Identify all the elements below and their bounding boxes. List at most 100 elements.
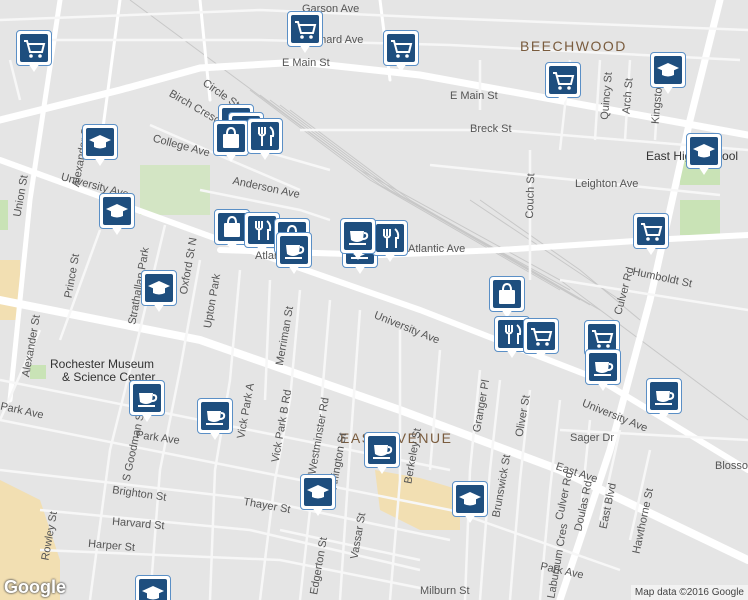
marker-cafe-3[interactable]: [340, 218, 376, 262]
marker-frame: [287, 11, 323, 47]
marker-grocery-3[interactable]: [383, 30, 419, 74]
google-logo: Google: [4, 577, 66, 597]
map-attribution[interactable]: Map data ©2016 Google: [630, 585, 748, 600]
marker-shop-1[interactable]: [213, 120, 249, 164]
marker-grocery-4[interactable]: [545, 62, 581, 106]
cart-icon: [637, 217, 665, 245]
marker-pointer: [557, 95, 569, 104]
marker-school-6[interactable]: [300, 474, 336, 518]
marker-pointer: [698, 166, 710, 175]
restaurant-icon: [376, 224, 404, 252]
street-label: E Main St: [450, 90, 498, 102]
marker-frame: [633, 213, 669, 249]
marker-grocery-2[interactable]: [287, 11, 323, 55]
street-label: Milburn St: [420, 585, 470, 597]
marker-pointer: [299, 44, 311, 53]
marker-cafe-4[interactable]: [585, 349, 621, 393]
school-icon: [690, 137, 718, 165]
marker-pointer: [226, 242, 238, 251]
cart-icon: [588, 324, 616, 352]
restaurant-icon: [498, 320, 526, 348]
marker-pointer: [312, 507, 324, 516]
marker-frame: [213, 120, 249, 156]
bag-icon: [218, 213, 246, 241]
marker-frame: [364, 432, 400, 468]
cafe-icon: [589, 353, 617, 381]
school-icon: [103, 197, 131, 225]
marker-pointer: [141, 413, 153, 422]
marker-school-7[interactable]: [452, 481, 488, 525]
cart-icon: [527, 322, 555, 350]
marker-pointer: [535, 351, 547, 360]
marker-school-3[interactable]: [686, 133, 722, 177]
street-label: E Main St: [282, 57, 330, 69]
marker-frame: [135, 575, 171, 600]
marker-pointer: [384, 253, 396, 262]
marker-pointer: [464, 514, 476, 523]
marker-pointer: [259, 151, 271, 160]
school-icon: [139, 579, 167, 600]
marker-pointer: [111, 226, 123, 235]
school-icon: [86, 128, 114, 156]
cart-icon: [291, 15, 319, 43]
marker-frame: [452, 481, 488, 517]
map-base: [0, 0, 748, 600]
street-label: Atlantic Ave: [408, 243, 466, 255]
marker-restaurant-3[interactable]: [247, 118, 283, 162]
marker-school-8[interactable]: [135, 575, 171, 600]
restaurant-icon: [251, 122, 279, 150]
neighborhood-label: BEECHWOOD: [520, 38, 627, 54]
street-label: Couch St: [523, 173, 538, 219]
marker-cafe-6[interactable]: [129, 380, 165, 424]
marker-grocery-6[interactable]: [523, 318, 559, 362]
street-label: Breck St: [470, 123, 512, 135]
marker-frame: [585, 349, 621, 385]
cart-icon: [387, 34, 415, 62]
marker-pointer: [288, 265, 300, 274]
restaurant-icon: [248, 216, 276, 244]
school-icon: [456, 485, 484, 513]
marker-pointer: [209, 431, 221, 440]
marker-school-5[interactable]: [141, 270, 177, 314]
marker-frame: [300, 474, 336, 510]
marker-pointer: [153, 303, 165, 312]
marker-cafe-7[interactable]: [197, 398, 233, 442]
marker-pointer: [28, 63, 40, 72]
school-icon: [304, 478, 332, 506]
marker-school-4[interactable]: [99, 193, 135, 237]
marker-school-2[interactable]: [82, 124, 118, 168]
marker-school-1[interactable]: [650, 52, 686, 96]
marker-frame: [646, 378, 682, 414]
street-label: Leighton Ave: [575, 178, 639, 190]
marker-pointer: [94, 157, 106, 166]
marker-pointer: [645, 246, 657, 255]
marker-frame: [650, 52, 686, 88]
marker-frame: [276, 232, 312, 268]
marker-pointer: [256, 245, 268, 254]
marker-pointer: [658, 411, 670, 420]
marker-pointer: [662, 85, 674, 94]
bag-icon: [217, 124, 245, 152]
school-icon: [654, 56, 682, 84]
marker-frame: [489, 276, 525, 312]
marker-pointer: [597, 382, 609, 391]
marker-restaurant-5[interactable]: [372, 220, 408, 264]
marker-cafe-5[interactable]: [646, 378, 682, 422]
marker-shop-4[interactable]: [489, 276, 525, 320]
marker-frame: [99, 193, 135, 229]
marker-pointer: [352, 251, 364, 260]
marker-grocery-5[interactable]: [633, 213, 669, 257]
marker-frame: [545, 62, 581, 98]
street-label: Blossom Rd: [715, 460, 748, 472]
cart-icon: [20, 34, 48, 62]
marker-cafe-1[interactable]: [276, 232, 312, 276]
marker-frame: [372, 220, 408, 256]
map-view[interactable]: BEECHWOOD EAST AVENUE Garson Ave Bernard…: [0, 0, 748, 600]
marker-cafe-8[interactable]: [364, 432, 400, 476]
marker-frame: [247, 118, 283, 154]
marker-pointer: [395, 63, 407, 72]
cafe-icon: [201, 402, 229, 430]
school-icon: [145, 274, 173, 302]
marker-grocery-1[interactable]: [16, 30, 52, 74]
marker-frame: [141, 270, 177, 306]
